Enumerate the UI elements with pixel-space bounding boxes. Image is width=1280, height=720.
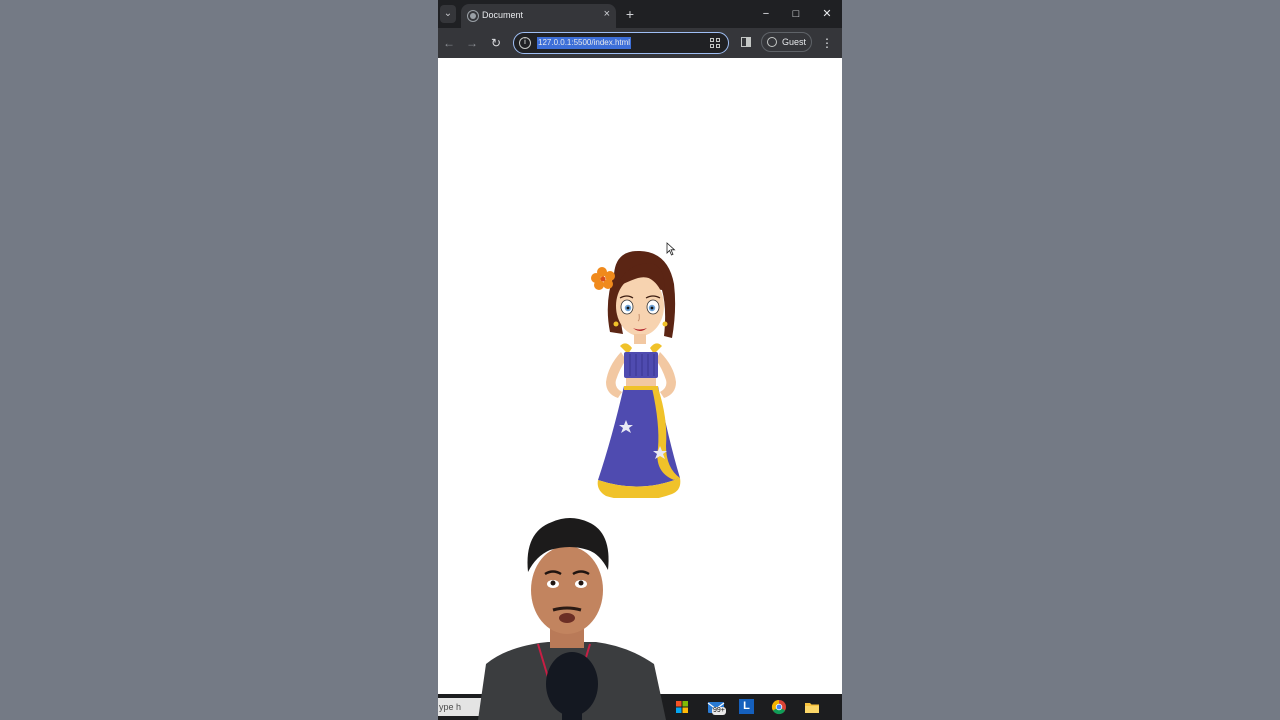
maximize-button[interactable]: □ [787,6,805,22]
chrome-icon[interactable] [771,699,787,715]
pinned-app-l[interactable]: L [739,699,754,714]
file-explorer-icon[interactable] [804,699,820,715]
mouse-cursor-icon [666,242,676,256]
new-tab-button[interactable]: + [622,5,638,23]
webcam-overlay-image [478,518,666,720]
url-text[interactable]: 127.0.0.1:5500/index.html [537,37,632,49]
profile-button[interactable]: Guest [761,32,812,52]
close-window-button[interactable]: ✕ [818,6,836,22]
globe-icon [467,10,479,22]
tab-title: Document [482,10,524,20]
address-bar[interactable]: i 127.0.0.1:5500/index.html [513,32,729,54]
reload-button[interactable]: ↻ [488,35,504,51]
more-menu-icon[interactable]: ⋮ [821,35,833,51]
profile-icon [767,37,777,47]
tab-search-icon[interactable]: ⌄ [440,5,456,23]
browser-toolbar: ← → ↻ i 127.0.0.1:5500/index.html Guest … [438,28,842,58]
tab-close-button[interactable]: × [604,8,610,20]
tab-strip: ⌄ Document × + − □ ✕ [438,0,842,28]
notification-badge: 99+ [712,707,726,715]
browser-window: ⌄ Document × + − □ ✕ ← → ↻ i 127.0.0.1:5… [438,0,842,720]
profile-label: Guest [782,37,807,47]
info-icon[interactable]: i [519,37,531,49]
back-button[interactable]: ← [441,35,457,51]
cartoon-girl-image [591,250,681,498]
side-panel-icon[interactable] [741,37,751,47]
forward-button[interactable]: → [464,35,480,51]
minimize-button[interactable]: − [757,6,775,22]
tab-document[interactable]: Document × [461,4,616,28]
qr-code-icon[interactable] [710,38,720,48]
